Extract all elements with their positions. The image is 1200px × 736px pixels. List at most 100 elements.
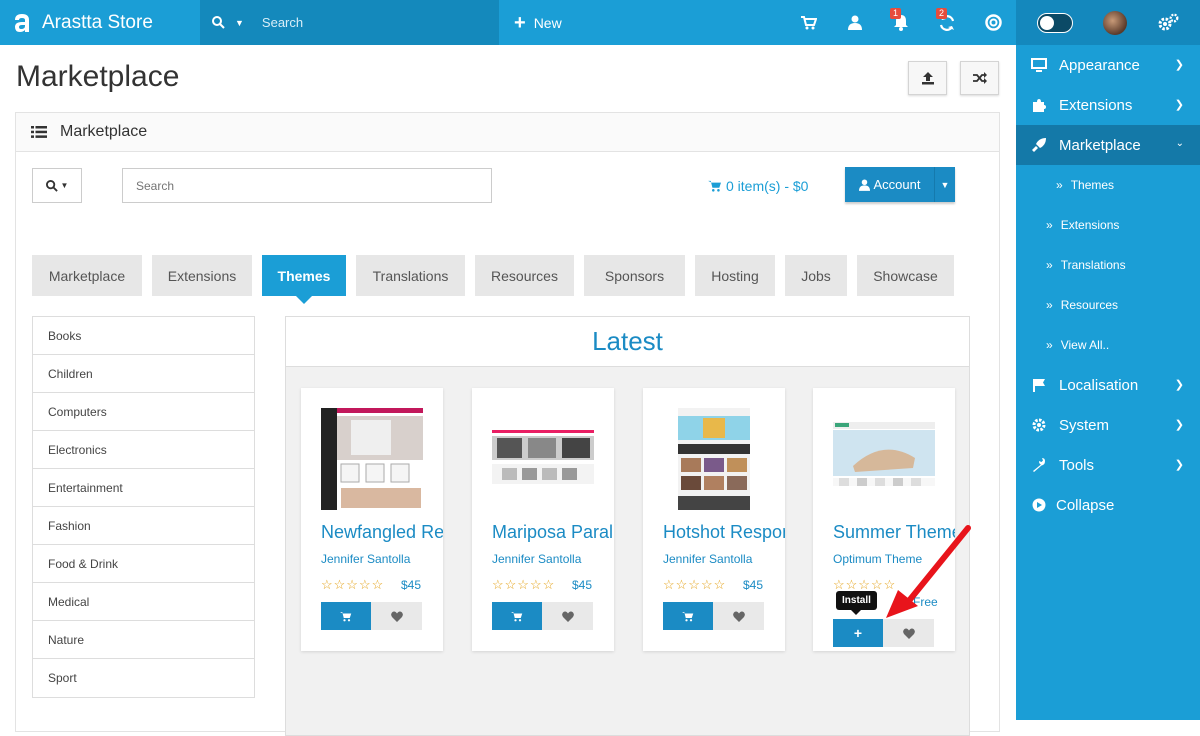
- cart-icon: [801, 15, 817, 29]
- sidebar-item-label: Extensions: [1059, 96, 1133, 114]
- category-item[interactable]: Medical: [33, 583, 254, 621]
- flag-icon: [1030, 378, 1048, 392]
- theme-title[interactable]: Newfangled Responsive: [321, 522, 443, 543]
- add-to-cart-button[interactable]: [663, 602, 713, 630]
- page-title: Marketplace: [16, 60, 180, 93]
- theme-thumbnail[interactable]: [833, 408, 935, 510]
- upload-button[interactable]: [908, 61, 947, 95]
- sidebar-subitem-resources[interactable]: » Resources: [1016, 285, 1200, 325]
- star-rating: ☆☆☆☆☆: [492, 577, 556, 592]
- chevron-down-icon[interactable]: ▼: [235, 18, 244, 28]
- new-button[interactable]: + New: [514, 13, 562, 33]
- sidebar-subitem-themes[interactable]: » Themes: [1016, 165, 1200, 205]
- cart-icon: [511, 611, 523, 621]
- add-to-cart-button[interactable]: [492, 602, 542, 630]
- category-item[interactable]: Fashion: [33, 507, 254, 545]
- account-label-wrap: Account: [845, 177, 934, 192]
- sidebar-subitem-view-all[interactable]: » View All..: [1016, 325, 1200, 365]
- double-chevron-icon: »: [1046, 218, 1053, 232]
- sidebar-item-marketplace[interactable]: Marketplace ⌄: [1016, 125, 1200, 165]
- double-chevron-icon: »: [1056, 178, 1063, 192]
- sidebar-item-label: System: [1059, 416, 1110, 434]
- theme-toggle[interactable]: [1037, 12, 1073, 33]
- help-button[interactable]: [970, 0, 1016, 45]
- install-button[interactable]: +: [833, 619, 883, 647]
- category-item[interactable]: Children: [33, 355, 254, 393]
- cart-icon: [708, 180, 721, 192]
- sidebar-subitem-label: Extensions: [1060, 218, 1120, 232]
- wishlist-button[interactable]: [542, 602, 593, 630]
- account-button[interactable]: Account ▼: [845, 167, 955, 202]
- chevron-down-icon: ⌄: [1175, 138, 1184, 149]
- plus-icon: +: [853, 625, 863, 641]
- tab-extensions[interactable]: Extensions: [152, 255, 252, 296]
- category-item[interactable]: Books: [33, 317, 254, 355]
- theme-title[interactable]: Hotshot Responsive: [663, 522, 785, 543]
- avatar[interactable]: [1103, 10, 1127, 35]
- theme-thumbnail[interactable]: [663, 408, 765, 510]
- theme-author[interactable]: Jennifer Santolla: [492, 552, 581, 566]
- theme-thumbnail[interactable]: [321, 408, 423, 510]
- tab-hosting[interactable]: Hosting: [695, 255, 775, 296]
- category-item[interactable]: Computers: [33, 393, 254, 431]
- refresh-button[interactable]: 2: [924, 0, 970, 45]
- search-filter-button[interactable]: ▼: [32, 168, 82, 203]
- star-rating: ☆☆☆☆☆: [321, 577, 385, 592]
- wishlist-button[interactable]: [713, 602, 764, 630]
- tab-jobs[interactable]: Jobs: [785, 255, 847, 296]
- search-icon[interactable]: [212, 16, 225, 29]
- category-item[interactable]: Entertainment: [33, 469, 254, 507]
- sidebar-item-appearance[interactable]: Appearance ❯: [1016, 45, 1200, 85]
- theme-thumbnail[interactable]: [492, 408, 594, 510]
- sidebar-item-label: Tools: [1059, 456, 1095, 474]
- tab-themes[interactable]: Themes: [262, 255, 346, 304]
- tab-showcase[interactable]: Showcase: [857, 255, 954, 296]
- sidebar-item-label: Appearance: [1059, 56, 1140, 74]
- wishlist-button[interactable]: [883, 619, 934, 647]
- list-icon: [31, 126, 47, 138]
- theme-author[interactable]: Jennifer Santolla: [663, 552, 752, 566]
- install-tooltip: Install: [836, 591, 877, 615]
- sidebar-item-tools[interactable]: Tools ❯: [1016, 445, 1200, 485]
- add-to-cart-button[interactable]: [321, 602, 371, 630]
- sidebar-item-extensions[interactable]: Extensions ❯: [1016, 85, 1200, 125]
- cart-button[interactable]: [786, 0, 832, 45]
- wishlist-button[interactable]: [371, 602, 422, 630]
- gears-icon[interactable]: [1157, 13, 1179, 33]
- sidebar-subitem-translations[interactable]: » Translations: [1016, 245, 1200, 285]
- category-item[interactable]: Food & Drink: [33, 545, 254, 583]
- theme-card: Hotshot Responsive Jennifer Santolla ☆☆☆…: [643, 388, 785, 651]
- new-label: New: [533, 14, 562, 31]
- theme-title[interactable]: Mariposa Parallax: [492, 522, 614, 543]
- sidebar-subitem-extensions[interactable]: » Extensions: [1016, 205, 1200, 245]
- tab-sponsors[interactable]: Sponsors: [584, 255, 685, 296]
- user-button[interactable]: [832, 0, 878, 45]
- tab-marketplace[interactable]: Marketplace: [32, 255, 142, 296]
- sidebar-subitem-label: View All..: [1060, 338, 1110, 352]
- category-item[interactable]: Electronics: [33, 431, 254, 469]
- marketplace-search-input[interactable]: [122, 168, 492, 203]
- category-item[interactable]: Sport: [33, 659, 254, 697]
- sidebar-item-label: Localisation: [1059, 376, 1139, 394]
- sidebar-item-localisation[interactable]: Localisation ❯: [1016, 365, 1200, 405]
- theme-author[interactable]: Jennifer Santolla: [321, 552, 410, 566]
- account-dropdown-toggle[interactable]: ▼: [934, 167, 955, 202]
- brand-name: Arastta Store: [42, 11, 153, 33]
- shuffle-icon: [972, 72, 987, 84]
- gear-icon: [1030, 418, 1048, 432]
- tab-translations[interactable]: Translations: [356, 255, 465, 296]
- category-list: Books Children Computers Electronics Ent…: [32, 316, 255, 698]
- latest-section: Latest Newfangled Responsive Jennifer Sa…: [285, 316, 970, 736]
- category-item[interactable]: Nature: [33, 621, 254, 659]
- notifications-button[interactable]: 1: [878, 0, 924, 45]
- shuffle-button[interactable]: [960, 61, 999, 95]
- brand[interactable]: Arastta Store: [0, 0, 200, 45]
- tab-resources[interactable]: Resources: [475, 255, 574, 296]
- panel-heading: Marketplace: [16, 113, 999, 152]
- sidebar-item-system[interactable]: System ❯: [1016, 405, 1200, 445]
- heart-icon: [390, 611, 403, 622]
- cart-summary[interactable]: 0 item(s) - $0: [708, 178, 808, 194]
- top-search-input[interactable]: [261, 15, 462, 30]
- sidebar-subitem-label: Themes: [1070, 178, 1115, 192]
- sidebar-item-collapse[interactable]: Collapse: [1016, 485, 1200, 525]
